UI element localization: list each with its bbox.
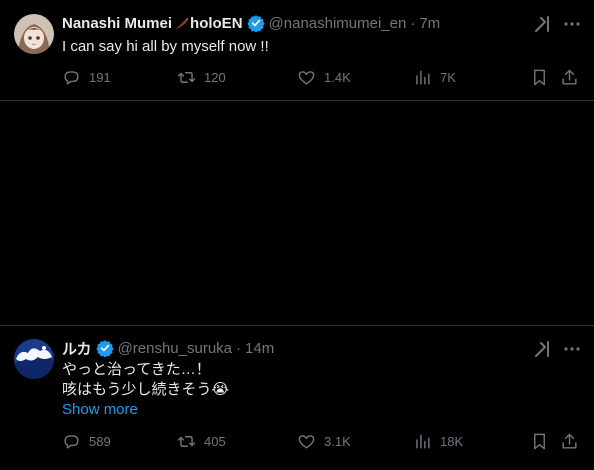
views-count: 7K: [440, 70, 456, 85]
more-icon[interactable]: [562, 339, 582, 359]
tweet-text-line-2: 咳はもう少し続きそう😭: [62, 381, 230, 398]
reply-count: 589: [89, 434, 111, 449]
views-icon: [416, 70, 430, 85]
heart-icon: [298, 71, 315, 85]
author-name-suffix[interactable]: holoEN: [190, 15, 243, 32]
tweet-actions: 191 120 1.4K 7K: [0, 68, 594, 88]
separator: ·: [410, 14, 416, 32]
reply-icon: [64, 435, 79, 449]
verified-badge-icon: [95, 339, 114, 358]
separator: ·: [236, 339, 242, 357]
views-count: 18K: [440, 434, 464, 449]
timestamp[interactable]: 7m: [419, 15, 440, 32]
views-button[interactable]: 7K: [413, 68, 456, 87]
reply-button[interactable]: 191: [62, 68, 111, 87]
repost-button[interactable]: 120: [177, 68, 226, 87]
repost-count: 120: [204, 70, 226, 85]
views-icon: [416, 434, 430, 449]
feather-icon: [174, 15, 190, 31]
avatar[interactable]: [14, 339, 54, 379]
tweet[interactable]: Nanashi Mumei holoEN @nanashimumei_en · …: [0, 0, 594, 101]
verified-badge-icon: [246, 14, 265, 33]
heart-icon: [298, 435, 315, 449]
author-name[interactable]: ルカ: [62, 338, 92, 359]
tweet-text-line-1: やっと治ってきた…！: [62, 361, 211, 378]
bookmark-icon: [534, 69, 545, 86]
share-button[interactable]: [560, 68, 579, 87]
reply-icon: [64, 71, 79, 85]
repost-count: 405: [204, 434, 226, 449]
bookmark-button[interactable]: [530, 432, 549, 451]
tweet[interactable]: ルカ @renshu_suruka · 14m やっと治ってきた…！ 咳はもう少…: [0, 326, 594, 470]
tweet-header: Nanashi Mumei holoEN @nanashimumei_en · …: [62, 13, 440, 33]
tweet-header: ルカ @renshu_suruka · 14m: [62, 338, 274, 358]
like-button[interactable]: 3.1K: [297, 432, 351, 451]
tweet-actions: 589 405 3.1K 18K: [0, 432, 594, 452]
like-count: 1.4K: [324, 70, 351, 85]
media-area: [0, 101, 594, 326]
timestamp[interactable]: 14m: [245, 340, 274, 357]
like-button[interactable]: 1.4K: [297, 68, 351, 87]
share-button[interactable]: [560, 432, 579, 451]
bookmark-button[interactable]: [530, 68, 549, 87]
show-more-link[interactable]: Show more: [62, 401, 138, 418]
avatar[interactable]: [14, 14, 54, 54]
author-handle[interactable]: @nanashimumei_en: [269, 15, 407, 32]
grok-icon[interactable]: [533, 14, 553, 34]
more-icon[interactable]: [562, 14, 582, 34]
reply-count: 191: [89, 70, 111, 85]
repost-button[interactable]: 405: [177, 432, 226, 451]
author-handle[interactable]: @renshu_suruka: [118, 340, 232, 357]
author-name[interactable]: Nanashi Mumei: [62, 15, 172, 32]
repost-icon: [177, 436, 196, 447]
repost-icon: [177, 72, 196, 83]
grok-icon[interactable]: [533, 339, 553, 359]
bookmark-icon: [534, 433, 545, 450]
tweet-text: I can say hi all by myself now !!: [62, 38, 269, 55]
like-count: 3.1K: [324, 434, 351, 449]
reply-button[interactable]: 589: [62, 432, 111, 451]
share-icon: [562, 433, 577, 449]
share-icon: [562, 69, 577, 85]
views-button[interactable]: 18K: [413, 432, 463, 451]
